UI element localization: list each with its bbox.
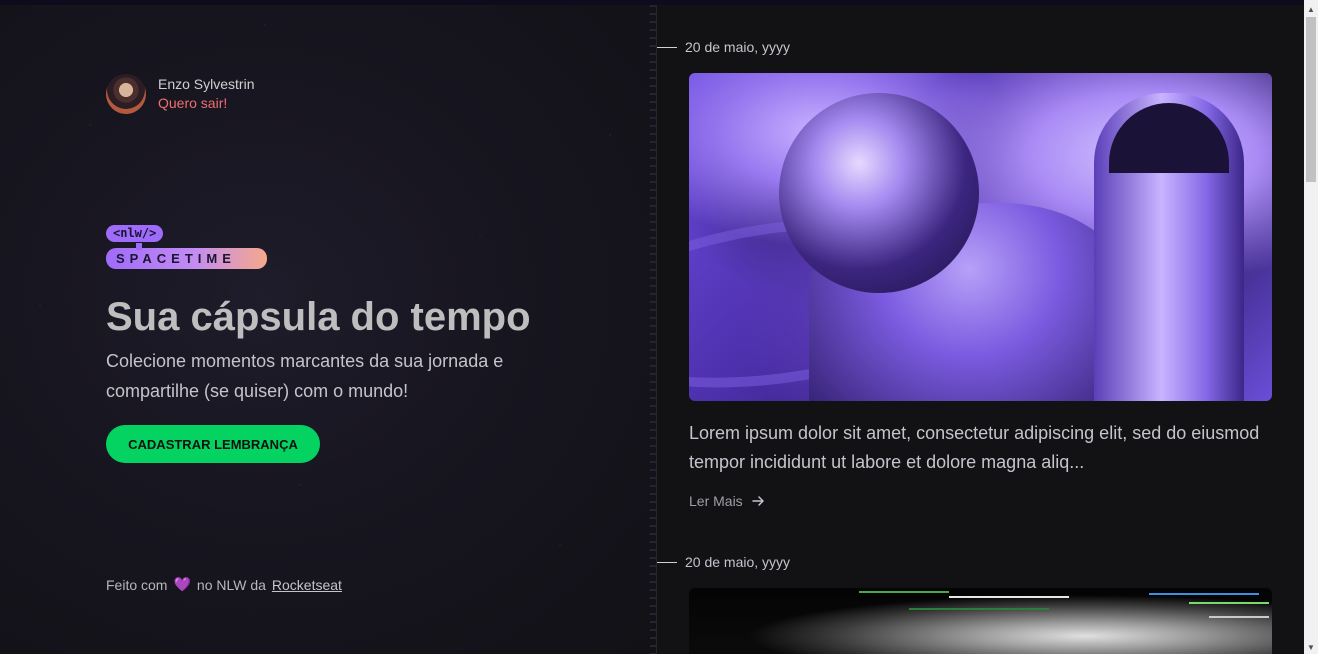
add-memory-button[interactable]: CADASTRAR LEMBRANÇA bbox=[106, 425, 320, 463]
scroll-down-icon[interactable]: ▼ bbox=[1304, 640, 1318, 654]
left-panel: Enzo Sylvestrin Quero sair! <nlw/> SPACE… bbox=[0, 5, 656, 654]
timeline-tick bbox=[657, 46, 677, 48]
logout-link[interactable]: Quero sair! bbox=[158, 93, 254, 113]
read-more-link[interactable]: Ler Mais bbox=[689, 493, 765, 509]
avatar[interactable] bbox=[106, 74, 146, 114]
page-title: Sua cápsula do tempo bbox=[106, 295, 531, 339]
memory-date-label: 20 de maio, yyyy bbox=[685, 554, 791, 570]
user-profile: Enzo Sylvestrin Quero sair! bbox=[106, 74, 254, 114]
nlw-spacetime-logo: <nlw/> SPACETIME bbox=[106, 224, 267, 269]
logo-connector bbox=[136, 243, 142, 250]
read-more-label: Ler Mais bbox=[689, 493, 743, 509]
logo-tag: <nlw/> bbox=[106, 225, 164, 242]
hero-subtitle: Colecione momentos marcantes da sua jorn… bbox=[106, 351, 504, 401]
memory-date: 20 de maio, yyyy bbox=[657, 554, 790, 570]
footer-prefix: Feito com bbox=[106, 576, 168, 593]
memories-timeline: 20 de maio, yyyy Lorem ipsum dolor sit a… bbox=[657, 5, 1304, 654]
user-name: Enzo Sylvestrin bbox=[158, 76, 255, 92]
memory-date-label: 20 de maio, yyyy bbox=[685, 39, 791, 55]
memory-image-astronaut bbox=[689, 73, 1272, 401]
heart-icon: 💜 bbox=[173, 576, 191, 592]
memory-date: 20 de maio, yyyy bbox=[657, 39, 790, 55]
memory-image-portrait bbox=[689, 588, 1272, 654]
scrollbar[interactable]: ▲ ▼ bbox=[1304, 0, 1318, 654]
scroll-up-icon[interactable]: ▲ bbox=[1304, 2, 1318, 16]
scroll-thumb[interactable] bbox=[1306, 17, 1316, 182]
arrow-right-icon bbox=[751, 496, 764, 506]
memory-excerpt: Lorem ipsum dolor sit amet, consectetur … bbox=[689, 423, 1260, 472]
logo-text: SPACETIME bbox=[106, 248, 267, 269]
timeline-tick bbox=[657, 561, 677, 563]
footer-middle: no NLW da bbox=[196, 576, 266, 593]
footer: Feito com 💜 no NLW da Rocketseat bbox=[106, 576, 342, 593]
rocketseat-link[interactable]: Rocketseat bbox=[272, 577, 342, 593]
